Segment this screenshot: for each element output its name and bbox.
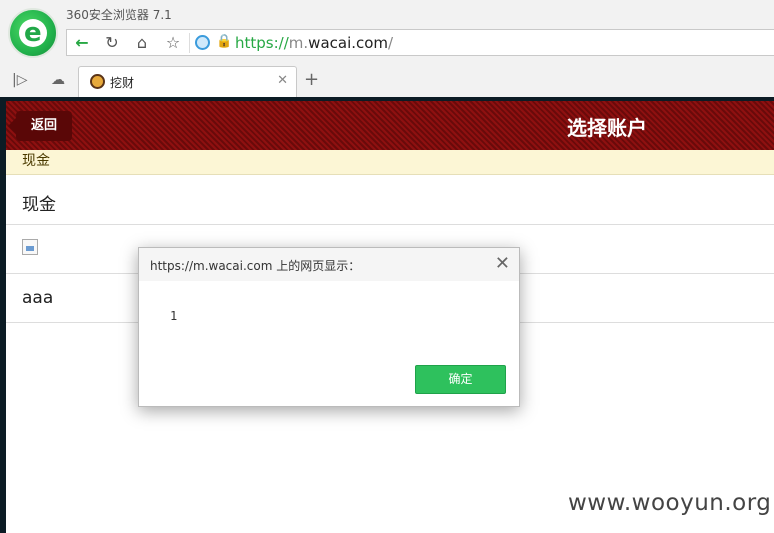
reload-icon[interactable]: ↻ [101, 33, 123, 53]
lock-icon: 🔒 [216, 34, 233, 49]
site-globe-icon [195, 35, 210, 50]
url-subdomain: m. [288, 34, 309, 52]
list-item-label: 现金 [22, 195, 56, 215]
cloud-icon[interactable]: ☁ [51, 72, 65, 88]
page-title: 选择账户 [567, 116, 647, 140]
back-arrow-icon[interactable]: ← [71, 33, 93, 53]
browser-logo-letter: e [24, 18, 42, 48]
navigation-bar: ← ↻ ⌂ ☆ 🔒 https://m.wacai.com/ [66, 29, 774, 56]
list-item[interactable]: 现金 [6, 176, 774, 225]
url-text[interactable]: https://m.wacai.com/ [235, 33, 393, 53]
url-scheme: https:// [235, 34, 289, 52]
url-domain: wacai.com [308, 34, 389, 52]
ok-button[interactable]: 确定 [415, 365, 506, 394]
divider [189, 33, 190, 53]
tab-close-icon[interactable]: ✕ [277, 73, 288, 88]
dialog-header: https://m.wacai.com 上的网页显示： ✕ [139, 248, 519, 281]
dialog-message: 1 [170, 309, 178, 323]
tab-label: 挖财 [110, 76, 135, 90]
section-header: 现金 [6, 150, 774, 175]
back-button[interactable]: 返回 [8, 111, 72, 141]
home-icon[interactable]: ⌂ [131, 33, 153, 53]
list-item-label: aaa [22, 288, 54, 308]
browser-logo-icon: e [8, 8, 58, 58]
tab-strip: |▷ ☁ 挖财 ✕ + [0, 66, 774, 97]
url-path: / [388, 34, 394, 52]
tab-wacai[interactable]: 挖财 ✕ [78, 66, 297, 97]
close-icon[interactable]: ✕ [495, 253, 510, 274]
watermark: www.wooyun.org [568, 490, 772, 516]
broken-image-icon [22, 239, 38, 255]
alert-dialog: https://m.wacai.com 上的网页显示： ✕ 1 确定 [138, 247, 520, 407]
browser-chrome: e 360安全浏览器 7.1 ← ↻ ⌂ ☆ 🔒 https://m.wacai… [0, 0, 774, 97]
page-header: 返回 选择账户 [6, 101, 774, 150]
app-title: 360安全浏览器 7.1 [66, 8, 172, 22]
sidebar-toggle-icon[interactable]: |▷ [12, 72, 27, 88]
site-favicon-icon [90, 74, 105, 89]
bookmark-star-icon[interactable]: ☆ [162, 33, 184, 53]
dialog-title: https://m.wacai.com 上的网页显示： [150, 259, 361, 273]
new-tab-plus-icon[interactable]: + [304, 69, 319, 90]
